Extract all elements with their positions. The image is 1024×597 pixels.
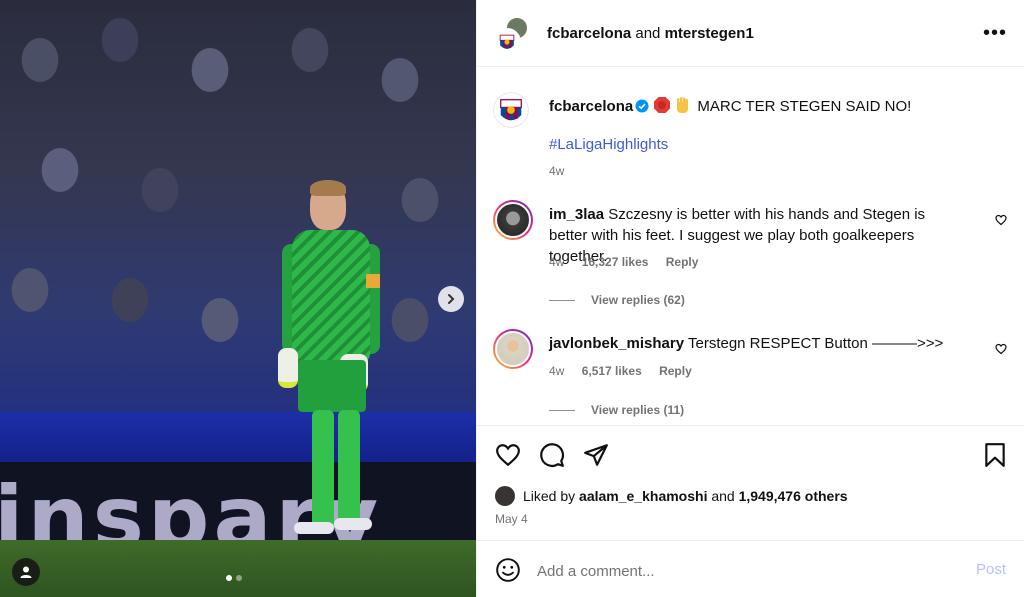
liker-username[interactable]: aalam_e_khamoshi [579,488,707,504]
commenter-avatar[interactable] [493,200,533,240]
raised-hand-icon [677,97,689,113]
post-comment-button[interactable]: Post [976,561,1006,578]
like-heart-icon[interactable] [495,442,521,468]
header-conjunction: and [635,25,661,42]
view-replies-button[interactable]: View replies (62) [549,293,685,307]
post-media[interactable]: insparv [0,0,476,597]
crowd-background [0,0,476,420]
advertising-board [0,412,476,462]
collab-usernames: fcbarcelona and mterstegen1 [547,25,754,42]
comment-body: javlonbek_mishary Terstegn RESPECT Butto… [549,333,959,354]
replies-divider-line [549,409,575,411]
caption-text: MARC TER STEGEN SAID NO! [697,98,912,115]
comment-username[interactable]: im_3laa [549,206,604,223]
commenter-avatar[interactable] [493,329,533,369]
goalkeeper-figure [278,180,380,542]
tagged-users-button[interactable] [12,558,40,586]
likes-count[interactable]: 1,949,476 others [739,488,848,504]
carousel-dot-active [226,575,232,581]
verified-badge-icon [635,99,649,113]
comment-meta: 4w 6,517 likes Reply [549,364,706,378]
user-icon [20,566,32,578]
save-bookmark-icon[interactable] [983,442,1007,468]
comment-time: 4w [549,255,565,269]
caption-hashtag[interactable]: #LaLigaHighlights [549,136,668,153]
collab-avatars[interactable] [493,16,531,56]
header-user1[interactable]: fcbarcelona [547,25,631,42]
view-replies-label: View replies (62) [591,293,685,307]
comment-likes[interactable]: 6,517 likes [582,364,642,378]
header-user2[interactable]: mterstegen1 [665,25,754,42]
liker-avatar[interactable] [495,486,515,506]
likes-prefix: Liked by [523,488,576,504]
comment-time: 4w [549,364,565,378]
post-date[interactable]: May 4 [495,512,528,526]
replies-divider-line [549,299,575,301]
comment-bubble-icon[interactable] [539,442,565,468]
fcbarcelona-crest-icon[interactable] [493,92,529,128]
more-options-button[interactable]: ••• [983,23,1007,43]
comment-likes[interactable]: 16,327 likes [582,255,649,269]
comment-like-heart-icon[interactable] [995,214,1007,226]
comment-text: Terstegn RESPECT Button ———>>> [687,335,944,352]
post-header: fcbarcelona and mterstegen1 ••• [477,0,1024,67]
view-replies-button[interactable]: View replies (11) [549,403,684,417]
pitch [0,540,476,597]
likes-and: and [711,488,735,504]
comment-reply-button[interactable]: Reply [659,364,692,378]
comment-input[interactable] [537,559,957,583]
caption-text-line: fcbarcelona MARC TER STEGEN SAID NO! [549,96,1009,117]
likes-summary: Liked by aalam_e_khamoshi and 1,949,476 … [495,486,848,506]
comment-like-heart-icon[interactable] [995,343,1007,355]
post-side-panel: fcbarcelona and mterstegen1 ••• fcbarcel… [476,0,1024,597]
view-replies-label: View replies (11) [591,403,685,417]
comment-username[interactable]: javlonbek_mishary [549,335,684,352]
add-comment-bar: Post [477,540,1024,597]
comment-reply-button[interactable]: Reply [666,255,699,269]
emoji-smile-icon[interactable] [495,557,521,583]
next-slide-button[interactable] [438,286,464,312]
stop-sign-icon [654,97,671,113]
caption-time: 4w [549,164,565,178]
chevron-right-icon [448,294,455,304]
carousel-indicator [226,575,242,581]
carousel-dot [236,575,242,581]
post-actions: Liked by aalam_e_khamoshi and 1,949,476 … [477,425,1024,540]
fcbarcelona-crest-icon [493,28,521,56]
share-paper-plane-icon[interactable] [583,442,609,468]
caption-username[interactable]: fcbarcelona [549,98,633,115]
comment-meta: 4w 16,327 likes Reply [549,255,712,269]
